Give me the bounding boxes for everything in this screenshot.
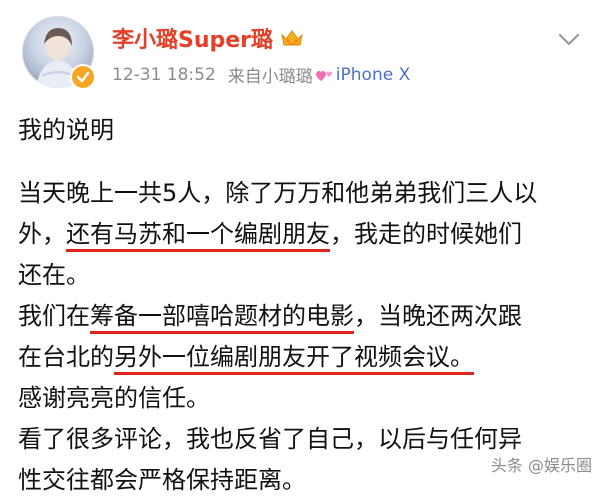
p2-line3: 感谢亮亮的信任。 [18,384,210,412]
p2-line1-a: 我们在 [18,302,90,330]
p1-line2-a: 外， [18,220,66,248]
crown-badge-icon[interactable] [279,27,305,49]
watermark: 头条 @娱乐圈 [490,456,592,475]
pink-hearts-icon [315,67,335,83]
underlined-phrase: 筹备一部嘻哈题材的电影 [90,302,354,330]
more-options-button[interactable] [556,30,582,50]
p2-line4: 看了很多评论，我也反省了自己，以后与任何异 [18,425,522,453]
source-prefix: 来自 [227,67,262,87]
p2-line1-c: ，当晚还两次跟 [354,302,522,330]
p1-line1: 当天晚上一共5人，除了万万和他弟弟我们三人以 [18,179,538,207]
post-title-line: 我的说明 [18,116,114,144]
underlined-phrase: 另外一位编剧朋友开了视频会议。 [114,343,474,371]
device-name[interactable]: iPhone X [336,65,410,85]
p2-line5: 性交往都会严格保持距离。 [18,466,306,494]
post-content: 我的说明 当天晚上一共5人，除了万万和他弟弟我们三人以 外，还有马苏和一个编剧朋… [18,110,588,501]
verified-badge-icon [70,64,96,90]
p1-line3: 还在。 [18,261,90,289]
p2-line2-a: 在台北的 [18,343,114,371]
username[interactable]: 李小璐Super璐 [112,22,305,54]
post-timestamp[interactable]: 12-31 18:52 [112,65,216,85]
username-text[interactable]: 李小璐Super璐 [112,22,273,54]
source-link[interactable]: 小璐璐 [262,62,313,87]
p1-line2-c: ，我走的时候她们 [330,220,522,248]
post-meta: 12-31 18:52 来自 小璐璐 iPhone X [112,62,410,88]
chevron-down-icon [558,33,580,46]
weibo-post: 李小璐Super璐 12-31 18:52 来自 小璐璐 iPhone X 我的… [0,0,600,494]
underlined-phrase: 还有马苏和一个编剧朋友 [66,220,330,248]
paragraph-1: 当天晚上一共5人，除了万万和他弟弟我们三人以 外，还有马苏和一个编剧朋友，我走的… [18,173,588,296]
